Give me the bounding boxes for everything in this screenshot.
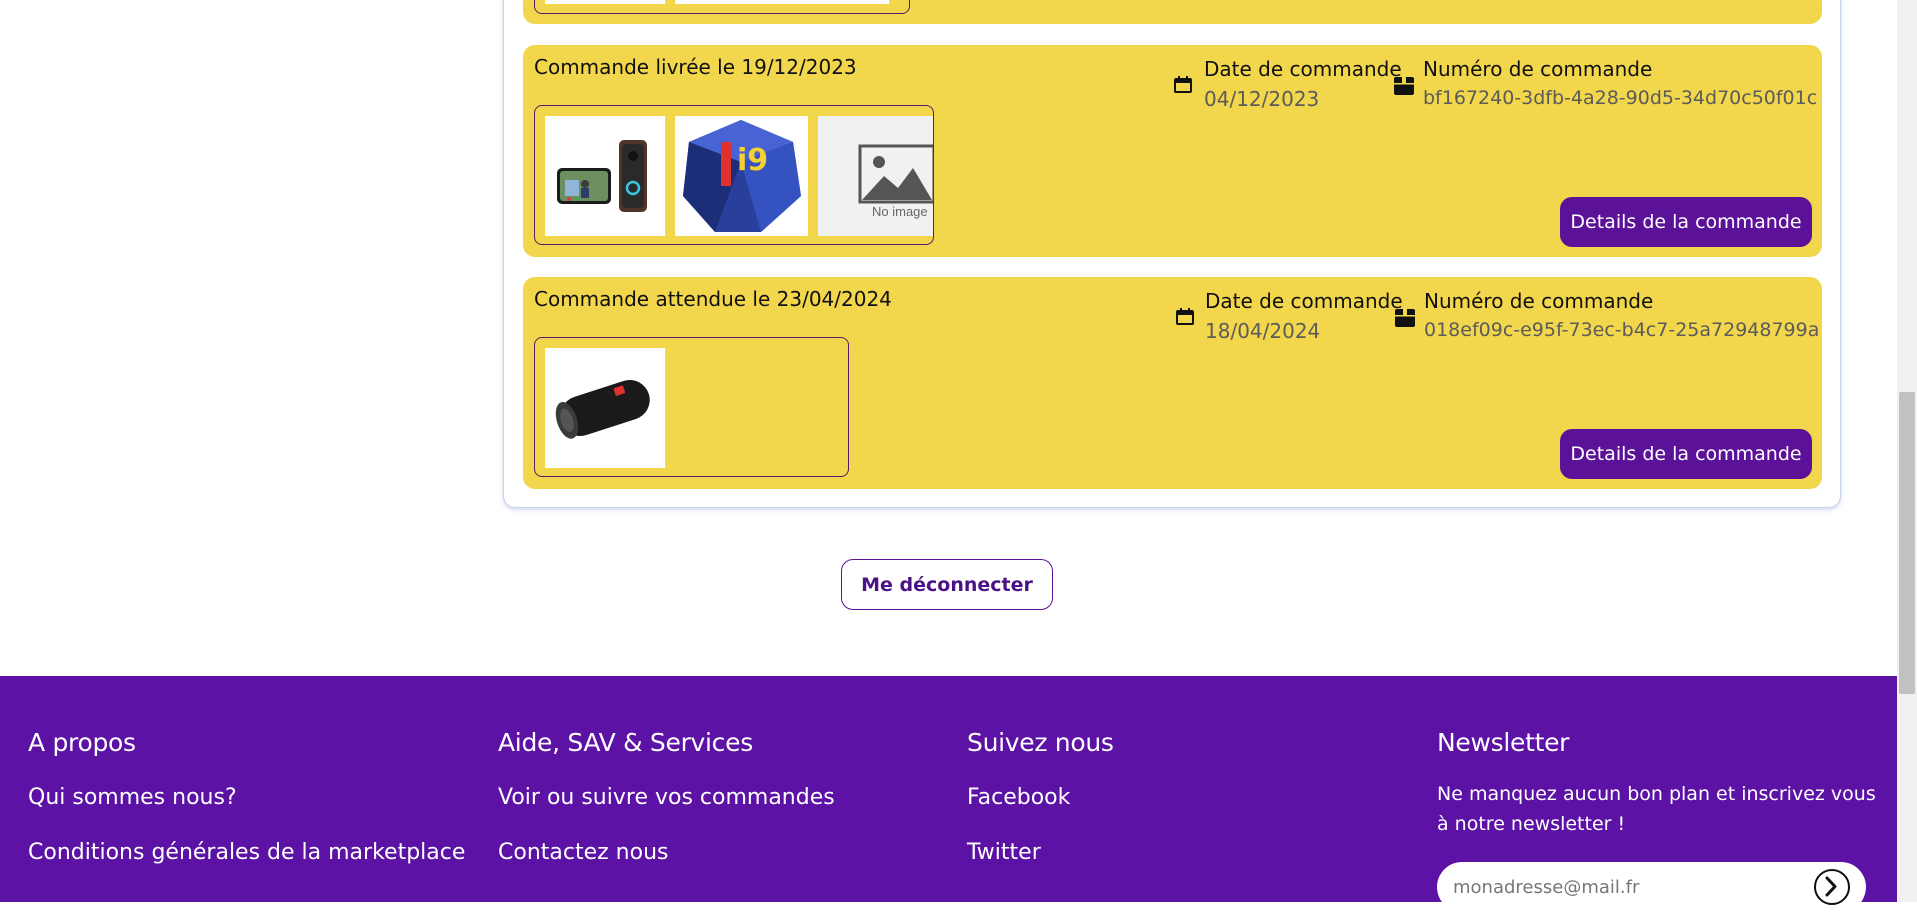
arrow-right-circle-icon xyxy=(1825,876,1837,897)
footer-about-title: A propos xyxy=(28,728,136,757)
order-date-label: Date de commande xyxy=(1205,289,1403,313)
product-thumbnail-speaker[interactable] xyxy=(545,348,665,468)
order-date-value: 18/04/2024 xyxy=(1205,319,1321,343)
footer-link-about-us[interactable]: Qui sommes nous? xyxy=(28,785,237,810)
order-thumbnails: i9 No image xyxy=(534,105,934,245)
footer-help-title: Aide, SAV & Services xyxy=(498,728,753,757)
svg-text:i9: i9 xyxy=(737,143,768,178)
footer-link-twitter[interactable]: Twitter xyxy=(967,840,1041,865)
newsletter-submit-button[interactable] xyxy=(1814,869,1850,905)
footer-newsletter-title: Newsletter xyxy=(1437,728,1570,757)
order-date-value: 04/12/2023 xyxy=(1204,87,1320,111)
order-thumbnails xyxy=(534,337,849,477)
order-date-label: Date de commande xyxy=(1204,57,1402,81)
calendar-icon xyxy=(1175,307,1195,327)
order-status: Commande attendue le 23/04/2024 xyxy=(534,287,892,311)
package-icon xyxy=(1393,74,1414,95)
footer-link-facebook[interactable]: Facebook xyxy=(967,785,1070,810)
calendar-icon xyxy=(1173,75,1193,95)
order-number-value: bf167240-3dfb-4a28-90d5-34d70c50f01c xyxy=(1423,87,1818,109)
scrollbar-thumb[interactable] xyxy=(1899,392,1915,694)
newsletter-description: Ne manquez aucun bon plan et inscrivez v… xyxy=(1437,783,1876,835)
product-thumbnail-no-image[interactable]: No image xyxy=(818,116,933,236)
footer-link-track-orders[interactable]: Voir ou suivre vos commandes xyxy=(498,785,835,810)
newsletter-email-input[interactable] xyxy=(1437,862,1866,912)
order-card: Commande livrée le 19/12/2023 i9 No imag… xyxy=(523,45,1822,257)
logout-button[interactable]: Me déconnecter xyxy=(841,559,1053,610)
product-thumbnail-cpu[interactable]: i9 xyxy=(675,116,808,236)
order-thumbnails-previous xyxy=(534,0,910,14)
footer-link-contact[interactable]: Contactez nous xyxy=(498,840,668,865)
order-number-value: 018ef09c-e95f-73ec-b4c7-25a72948799a xyxy=(1424,319,1820,341)
doorbell-image xyxy=(545,116,665,236)
order-details-button[interactable]: Details de la commande xyxy=(1560,429,1812,479)
order-card-previous xyxy=(523,0,1822,24)
package-icon xyxy=(1394,306,1415,327)
footer-social-title: Suivez nous xyxy=(967,728,1114,757)
order-status: Commande livrée le 19/12/2023 xyxy=(534,55,857,79)
order-card: Commande attendue le 23/04/2024 Date de … xyxy=(523,277,1822,489)
product-thumbnail-doorbell[interactable] xyxy=(545,116,665,236)
cpu-box-image: i9 xyxy=(675,116,808,236)
thumbnail-previous-1 xyxy=(545,0,665,4)
speaker-image xyxy=(545,348,665,468)
no-image-label: No image xyxy=(872,204,928,219)
order-number-label: Numéro de commande xyxy=(1423,57,1653,81)
order-number-label: Numéro de commande xyxy=(1424,289,1654,313)
site-footer: A propos Qui sommes nous? Conditions gén… xyxy=(0,676,1897,912)
order-details-button[interactable]: Details de la commande xyxy=(1560,197,1812,247)
thumbnail-previous-2 xyxy=(675,0,889,4)
footer-link-marketplace-terms[interactable]: Conditions générales de la marketplace xyxy=(28,840,465,865)
